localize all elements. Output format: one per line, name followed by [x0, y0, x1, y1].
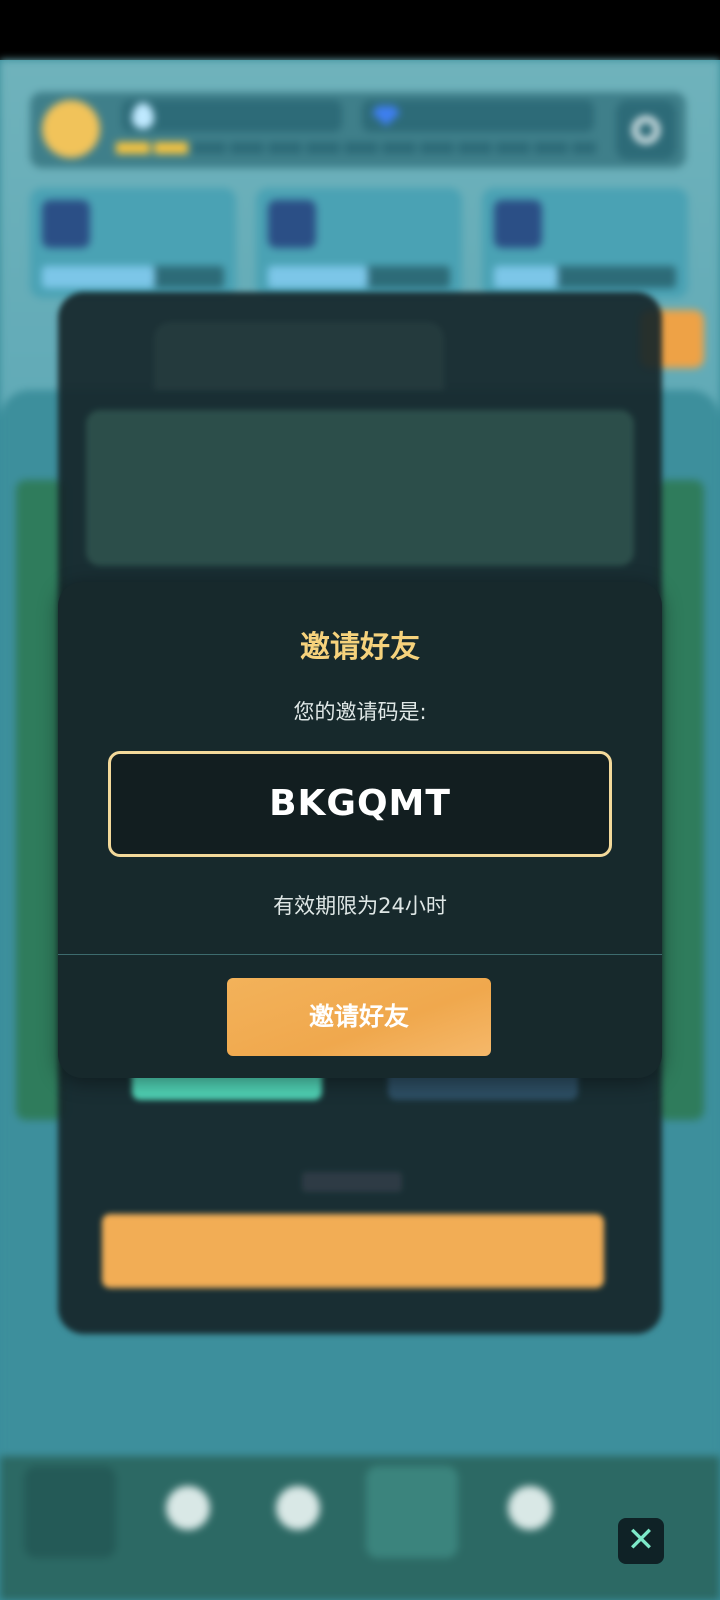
invited-count-blurred [302, 1172, 402, 1192]
upgrade-card-3 [482, 188, 688, 298]
gem-counter [362, 100, 594, 132]
lightning-icon [494, 200, 542, 248]
upgrade-card-1 [30, 188, 236, 298]
nav-compass-icon [276, 1486, 320, 1530]
water-counter [122, 100, 342, 132]
progress-fill [116, 142, 188, 154]
progress-track [116, 142, 596, 154]
bottom-nav [0, 1456, 720, 1600]
water-drop-icon [132, 103, 154, 129]
close-icon[interactable]: ✕ [618, 1518, 664, 1564]
invite-code-box[interactable]: BKGQMT [108, 751, 612, 857]
quest-description-blurred [86, 410, 634, 566]
top-resource-bar [30, 92, 686, 168]
expiry-text: 有效期限为24小时 [273, 894, 447, 918]
quest-tab [154, 322, 444, 390]
right-side-strip [656, 480, 704, 1120]
invite-button-blurred [102, 1214, 604, 1288]
dialog-title: 邀请好友 [300, 630, 420, 665]
invite-friend-dialog: 邀请好友 您的邀请码是: BKGQMT 有效期限为24小时 邀请好友 [58, 582, 662, 1078]
divider [58, 954, 662, 955]
upgrade-icon [42, 200, 90, 248]
invite-code-label: 您的邀请码是: [293, 700, 427, 724]
upgrade-card-2 [256, 188, 462, 298]
nav-heart-icon [508, 1486, 552, 1530]
gem-icon [372, 106, 400, 126]
invite-friend-button[interactable]: 邀请好友 [227, 978, 491, 1056]
status-bar [0, 0, 720, 60]
level-badge [42, 100, 100, 158]
card-icon [268, 200, 316, 248]
gear-icon [616, 100, 676, 160]
nav-cards-icon [166, 1486, 210, 1530]
nav-gem-tab [366, 1466, 458, 1558]
nav-tree-icon [24, 1466, 116, 1558]
